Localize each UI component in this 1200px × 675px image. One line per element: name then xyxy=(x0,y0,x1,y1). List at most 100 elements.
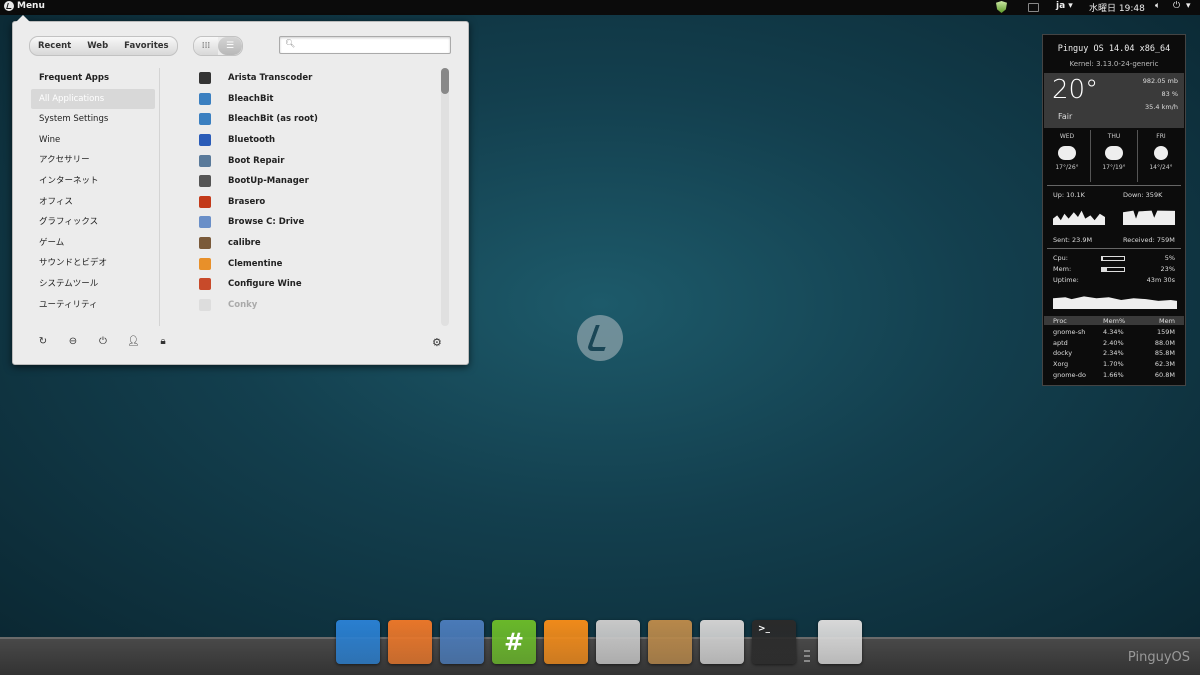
proc-name: gnome-do xyxy=(1053,370,1087,379)
rain-cloud-icon xyxy=(1105,146,1123,160)
proc-mem: 62.3M xyxy=(1154,360,1175,369)
switch-user-icon[interactable]: 👤︎ xyxy=(127,336,140,348)
app-icon xyxy=(199,175,211,188)
update-shield-icon[interactable] xyxy=(996,1,1007,13)
app-item[interactable]: Conky xyxy=(193,295,433,316)
forecast-day: THU 17°/19° xyxy=(1091,130,1138,182)
application-menu: Recent Web Favorites ⁞⁞⁞ ☰ 🔍︎ Frequent A… xyxy=(12,15,469,365)
clock[interactable]: 水曜日 19:48 xyxy=(1089,1,1145,14)
grid-view-icon[interactable]: ⁞⁞⁞ xyxy=(194,37,218,55)
mixer-settings-icon[interactable] xyxy=(700,620,744,664)
proc-mem: 159M xyxy=(1156,328,1175,336)
cpu-label: Cpu: xyxy=(1053,254,1068,262)
keyboard-language[interactable]: ja ▾ xyxy=(1056,1,1073,11)
proc-mem-pct: 4.34% xyxy=(1103,328,1124,336)
mem-bar-fill xyxy=(1102,268,1108,271)
cpu-bar-fill xyxy=(1102,257,1104,260)
shutdown-icon[interactable]: ⏻ xyxy=(97,336,109,348)
pressure: 982.05 mb xyxy=(1142,77,1178,85)
app-list-scrollbar[interactable] xyxy=(441,68,449,326)
top-panel: Menu ja ▾ 水曜日 19:48 🔈︎ ⏻ ▾ xyxy=(0,0,1200,15)
tab-favorites[interactable]: Favorites xyxy=(116,37,176,55)
app-item[interactable]: calibre xyxy=(193,233,433,254)
app-item[interactable]: Configure Wine xyxy=(193,274,433,295)
cpu-bar xyxy=(1101,256,1125,261)
category-office[interactable]: オフィス xyxy=(31,192,159,213)
category-internet[interactable]: インターネット xyxy=(31,171,159,192)
category-graphics[interactable]: グラフィックス xyxy=(31,212,159,233)
uptime-label: Uptime: xyxy=(1053,276,1079,284)
terminal-prompt: >_ xyxy=(758,624,771,634)
mail-stamp-icon[interactable] xyxy=(440,620,484,664)
app-icon xyxy=(199,216,211,229)
proc-mem-pct: 2.40% xyxy=(1103,338,1124,347)
display-icon[interactable] xyxy=(1028,3,1039,12)
terminal-icon[interactable]: >_ xyxy=(752,620,796,664)
search-box: 🔍︎ xyxy=(279,36,451,54)
app-item[interactable]: Clementine xyxy=(193,253,433,274)
forecast-day-name: WED xyxy=(1059,133,1075,140)
power-icon[interactable]: ⏻ xyxy=(1173,1,1180,11)
tab-recent[interactable]: Recent xyxy=(30,37,79,55)
cpu-history-graph xyxy=(1053,296,1177,309)
proc-name: Xorg xyxy=(1053,360,1069,369)
firefox-icon[interactable] xyxy=(388,620,432,664)
category-all-applications[interactable]: All Applications xyxy=(31,88,155,110)
gear-icon[interactable]: ⚙ xyxy=(432,336,442,349)
proc-header-mem-pct: Mem% xyxy=(1103,317,1126,325)
app-label: Boot Repair xyxy=(228,155,285,166)
kernel-version: Kernel: 3.13.0-24-generic xyxy=(1069,60,1159,68)
proc-name: docky xyxy=(1053,349,1073,358)
net-sent: Sent: 23.9M xyxy=(1053,236,1093,244)
mem-bar xyxy=(1101,267,1125,272)
app-item[interactable]: BootUp-Manager xyxy=(193,171,433,192)
trash-icon[interactable] xyxy=(818,620,862,664)
app-item[interactable]: Arista Transcoder xyxy=(193,68,433,89)
power-menu-arrow[interactable]: ▾ xyxy=(1186,1,1191,11)
scrollbar-thumb[interactable] xyxy=(441,68,449,94)
divider xyxy=(1047,248,1181,249)
orange-slice-icon[interactable] xyxy=(544,620,588,664)
category-system-tools[interactable]: システムツール xyxy=(31,274,159,295)
app-item[interactable]: Boot Repair xyxy=(193,150,433,171)
proc-header-mem: Mem xyxy=(1159,317,1175,325)
restart-icon[interactable]: ↻ xyxy=(37,336,49,348)
suspend-icon[interactable]: ⊖ xyxy=(67,336,79,348)
proc-mem-pct: 2.34% xyxy=(1103,349,1124,358)
mem-label: Mem: xyxy=(1053,265,1072,273)
tab-web[interactable]: Web xyxy=(79,37,116,55)
list-view-icon[interactable]: ☰ xyxy=(218,37,242,55)
clapperboard-icon[interactable] xyxy=(596,620,640,664)
forecast-day-name: THU xyxy=(1107,133,1121,140)
app-item[interactable]: BleachBit (as root) xyxy=(193,109,433,130)
application-list: Arista Transcoder BleachBit BleachBit (as … xyxy=(193,68,433,326)
category-games[interactable]: ゲーム xyxy=(31,233,159,254)
category-frequent-apps[interactable]: Frequent Apps xyxy=(31,68,159,89)
volume-icon[interactable]: 🔈︎ xyxy=(1155,1,1160,11)
hashtag-chat-icon[interactable]: # xyxy=(492,620,536,664)
category-utilities[interactable]: ユーティリティ xyxy=(31,295,159,316)
anchor-icon[interactable] xyxy=(336,620,380,664)
category-system-settings[interactable]: System Settings xyxy=(31,109,159,130)
lock-icon[interactable]: 🔒︎ xyxy=(157,336,169,348)
menu-button[interactable]: Menu xyxy=(4,1,45,11)
weather-condition: Fair xyxy=(1058,112,1073,121)
category-wine[interactable]: Wine xyxy=(31,130,159,151)
package-box-icon[interactable] xyxy=(648,620,692,664)
sun-cloud-icon xyxy=(1154,146,1168,160)
app-icon xyxy=(199,154,211,167)
category-sound-video[interactable]: サウンドとビデオ xyxy=(31,253,159,274)
pinguy-desktop-logo-icon xyxy=(577,315,623,361)
category-accessories[interactable]: アクセサリー xyxy=(31,150,159,171)
app-item[interactable]: Browse C: Drive xyxy=(193,212,433,233)
download-graph xyxy=(1123,210,1175,225)
app-item[interactable]: Brasero xyxy=(193,192,433,213)
search-input[interactable] xyxy=(298,38,448,52)
proc-mem: 88.0M xyxy=(1154,338,1175,347)
app-icon xyxy=(199,134,211,147)
app-label: BleachBit (as root) xyxy=(228,114,318,125)
conky-widget: Pinguy OS 14.04 x86_64 Kernel: 3.13.0-24… xyxy=(1042,34,1186,386)
app-item[interactable]: Bluetooth xyxy=(193,130,433,151)
app-item[interactable]: BleachBit xyxy=(193,89,433,110)
proc-header-name: Proc xyxy=(1053,317,1067,325)
